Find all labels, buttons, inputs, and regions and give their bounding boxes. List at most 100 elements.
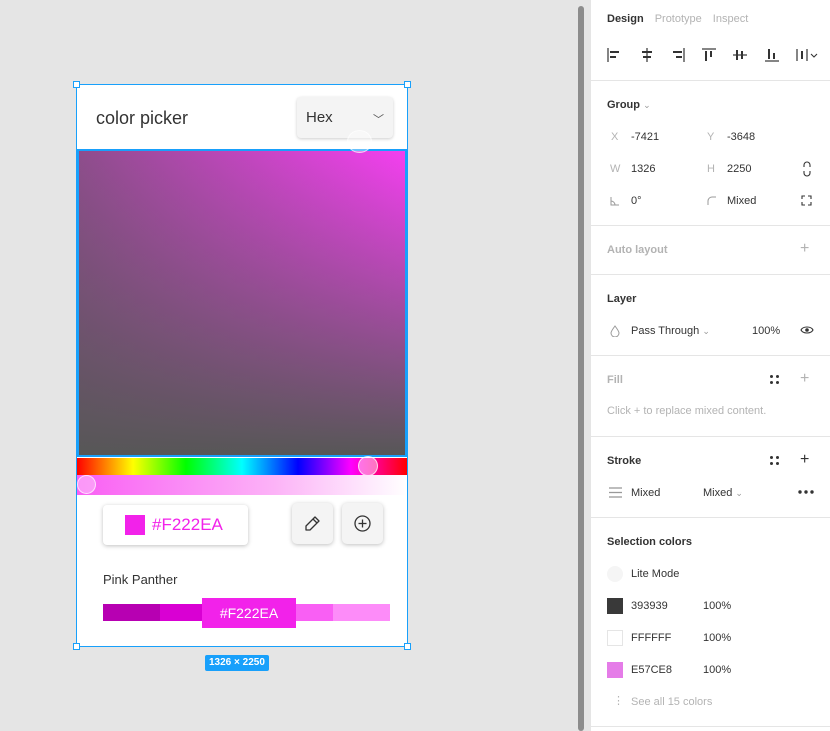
alignment-toolbar — [605, 46, 819, 66]
blend-mode-icon — [610, 325, 620, 337]
y-label: Y — [707, 131, 715, 143]
selection-color-row[interactable]: Lite Mode — [607, 566, 817, 582]
selection-colors-title: Selection colors — [607, 536, 692, 548]
add-fill-icon[interactable]: + — [800, 371, 809, 387]
rotation-input[interactable]: 0° — [631, 195, 642, 207]
divider — [591, 436, 830, 437]
hex-input-value: #F222EA — [152, 515, 223, 534]
divider — [591, 517, 830, 518]
selection-color-name: Lite Mode — [631, 568, 680, 580]
style-swatch — [607, 566, 623, 582]
frame-title: color picker — [96, 108, 189, 128]
selection-color-hex: 393939 — [631, 600, 668, 612]
plus-circle-icon — [354, 515, 371, 532]
color-knob[interactable] — [347, 130, 372, 153]
alpha-slider[interactable] — [77, 475, 407, 495]
align-bottom-icon[interactable] — [763, 46, 781, 64]
align-top-icon[interactable] — [700, 46, 718, 64]
align-left-icon[interactable] — [605, 46, 623, 64]
chevron-down-icon: ⌄ — [735, 488, 743, 498]
add-stroke-icon[interactable]: + — [800, 452, 809, 468]
h-input[interactable]: 2250 — [727, 163, 751, 175]
auto-layout-title: Auto layout — [607, 244, 668, 256]
h-label: H — [707, 163, 715, 175]
layer-opacity-input[interactable]: 100% — [752, 325, 780, 337]
selection-color-opacity: 100% — [703, 600, 732, 612]
selection-color-row[interactable]: E57CE8 100% — [607, 662, 817, 678]
tab-prototype[interactable]: Prototype — [655, 13, 702, 25]
add-auto-layout-icon[interactable]: + — [800, 241, 809, 257]
eyedropper-button[interactable] — [292, 503, 333, 544]
palette-name: Pink Panther — [103, 572, 178, 587]
selection-color-row[interactable]: FFFFFF 100% — [607, 630, 817, 646]
tab-design[interactable]: Design — [607, 13, 644, 25]
resize-handle[interactable] — [73, 81, 80, 88]
resize-handle[interactable] — [73, 643, 80, 650]
eye-icon[interactable] — [800, 325, 814, 335]
style-grid-icon[interactable] — [770, 456, 780, 466]
palette-selected-chip[interactable]: #F222EA — [202, 598, 296, 628]
corner-radius-input[interactable]: Mixed — [727, 195, 756, 207]
design-panel: Design Prototype Inspect Group ⌄ X -7421… — [590, 0, 830, 731]
selection-color-hex: E57CE8 — [631, 664, 672, 676]
stroke-color-value[interactable]: Mixed — [631, 487, 660, 499]
group-section[interactable]: Group ⌄ — [607, 99, 651, 111]
align-h-center-icon[interactable] — [638, 46, 656, 64]
align-right-icon[interactable] — [669, 46, 687, 64]
more-options-icon[interactable] — [797, 489, 815, 495]
distribute-icon[interactable] — [795, 46, 819, 64]
stroke-weight-select[interactable]: Mixed ⌄ — [703, 487, 743, 499]
panel-tabs: Design Prototype Inspect — [607, 13, 748, 25]
divider — [591, 355, 830, 356]
rotation-icon — [610, 197, 619, 206]
mixed-stroke-icon — [609, 487, 622, 498]
see-all-colors-link[interactable]: See all 15 colors — [631, 696, 712, 708]
size-badge: 1326 × 2250 — [205, 655, 269, 671]
divider — [591, 274, 830, 275]
w-label: W — [610, 163, 621, 175]
palette-swatch[interactable] — [103, 604, 160, 621]
divider — [591, 225, 830, 226]
corner-radius-icon — [707, 196, 716, 205]
constrain-proportions-icon[interactable] — [801, 161, 813, 177]
add-color-button[interactable] — [342, 503, 383, 544]
tab-inspect[interactable]: Inspect — [713, 13, 748, 25]
color-picker-frame[interactable]: color picker Hex ﹀ #F222EA Pink Panther … — [76, 84, 408, 647]
blend-mode-select[interactable]: Pass Through ⌄ — [631, 325, 710, 337]
color-swatch — [607, 598, 623, 614]
resize-handle[interactable] — [404, 643, 411, 650]
fill-title: Fill — [607, 374, 623, 386]
x-label: X — [611, 131, 619, 143]
independent-corners-icon[interactable] — [801, 195, 812, 206]
hue-slider-thumb[interactable] — [358, 456, 378, 476]
alpha-slider-thumb[interactable] — [77, 475, 96, 494]
w-input[interactable]: 1326 — [631, 163, 655, 175]
chevron-down-icon: ⌄ — [643, 100, 651, 110]
eyedropper-icon — [305, 516, 320, 531]
saturation-value-area[interactable] — [77, 149, 407, 457]
x-input[interactable]: -7421 — [631, 131, 659, 143]
hex-input[interactable]: #F222EA — [103, 505, 248, 545]
divider — [591, 726, 830, 727]
palette-swatch[interactable] — [333, 604, 390, 621]
resize-handle[interactable] — [404, 81, 411, 88]
format-select[interactable]: Hex ﹀ — [297, 97, 393, 138]
selection-color-opacity: 100% — [703, 664, 732, 676]
chevron-down-icon: ﹀ — [373, 114, 384, 126]
align-v-center-icon[interactable] — [731, 46, 749, 64]
color-swatch — [607, 630, 623, 646]
style-grid-icon[interactable] — [770, 375, 780, 385]
format-select-value: Hex — [306, 109, 333, 126]
group-title: Group — [607, 99, 640, 111]
selection-color-hex: FFFFFF — [631, 632, 672, 644]
chevron-down-icon: ⌄ — [702, 326, 710, 336]
divider — [591, 80, 830, 81]
vertical-dots-icon: ⋮ — [613, 695, 624, 707]
color-swatch — [125, 515, 145, 535]
blend-mode-value: Pass Through — [631, 325, 700, 337]
selection-color-row[interactable]: 393939 100% — [607, 598, 817, 614]
layer-title: Layer — [607, 293, 637, 305]
selection-color-opacity: 100% — [703, 632, 732, 644]
stroke-title: Stroke — [607, 455, 642, 467]
y-input[interactable]: -3648 — [727, 131, 755, 143]
